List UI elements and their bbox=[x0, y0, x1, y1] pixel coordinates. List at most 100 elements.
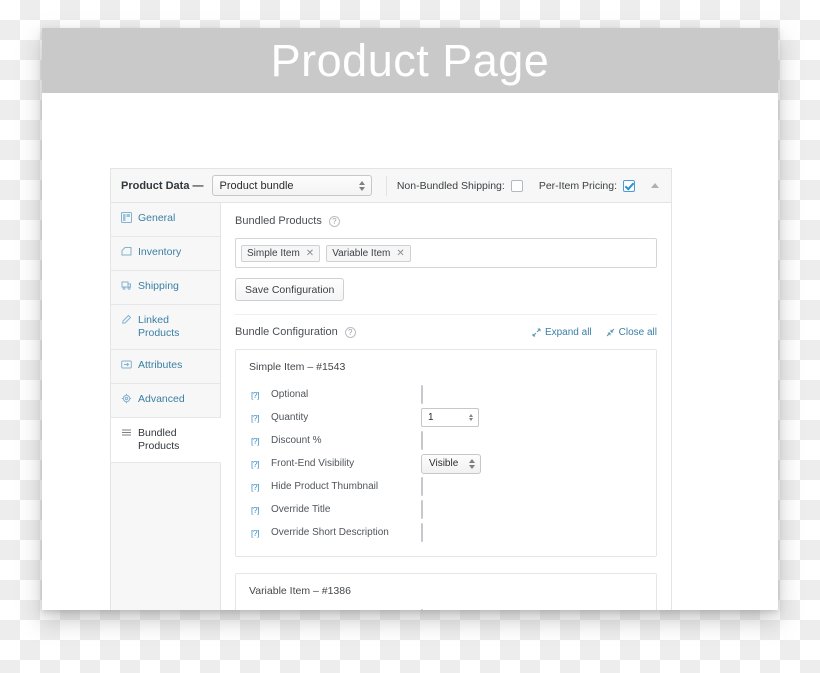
help-icon[interactable]: [?] bbox=[249, 528, 261, 538]
quantity-stepper[interactable]: 1 bbox=[421, 408, 479, 427]
product-data-metabox: Product Data — Product bundle Non-Bundle… bbox=[110, 168, 672, 610]
chevron-updown-icon bbox=[357, 180, 368, 191]
metabox-content: General Inventory Shipping Linked Produc… bbox=[111, 203, 671, 610]
field-row-quantity: [?] Quantity 1 bbox=[249, 406, 643, 429]
help-icon[interactable]: [?] bbox=[249, 459, 261, 469]
field-label: Override Title bbox=[271, 504, 331, 515]
product-data-tabs: General Inventory Shipping Linked Produc… bbox=[111, 203, 221, 610]
field-label: Optional bbox=[271, 389, 309, 400]
page-title: Product Page bbox=[270, 35, 550, 86]
product-page-card: Product Page Product Data — Product bund… bbox=[42, 28, 778, 610]
chevron-updown-icon[interactable] bbox=[465, 413, 476, 422]
chip-simple-item[interactable]: Simple Item ✕ bbox=[241, 244, 321, 262]
filter-variations-checkbox[interactable] bbox=[421, 608, 423, 610]
archive-icon bbox=[121, 246, 132, 261]
visibility-select[interactable]: Visible bbox=[421, 453, 482, 474]
bundled-item-simple: Simple Item – #1543 [?] Optional [?] Qua… bbox=[235, 349, 657, 557]
section-title: Bundle Configuration bbox=[235, 326, 338, 338]
expand-icon bbox=[532, 328, 541, 336]
sidebar-item-label: General bbox=[138, 212, 176, 224]
item-title: Variable Item – #1386 bbox=[249, 585, 351, 597]
gear-icon bbox=[121, 393, 132, 408]
grid-icon bbox=[121, 212, 132, 227]
visibility-value: Visible bbox=[429, 458, 459, 469]
sidebar-item-bundled-products[interactable]: Bundled Products bbox=[111, 418, 221, 463]
sidebar-item-label: Attributes bbox=[138, 359, 183, 371]
sidebar-item-shipping[interactable]: Shipping bbox=[111, 271, 220, 305]
close-all-link[interactable]: Close all bbox=[606, 327, 657, 338]
product-data-label: Product Data — bbox=[121, 179, 204, 192]
sidebar-item-label: Linked Products bbox=[138, 314, 180, 339]
per-item-pricing-checkbox[interactable] bbox=[623, 179, 635, 192]
field-row-filter-variations: [?] Filter Variations bbox=[249, 607, 643, 610]
product-type-value: Product bundle bbox=[219, 179, 294, 192]
truck-icon bbox=[121, 280, 132, 295]
section-title: Bundled Products bbox=[235, 215, 322, 227]
item-title: Simple Item – #1543 bbox=[249, 361, 346, 373]
sidebar-item-linked-products[interactable]: Linked Products bbox=[111, 305, 220, 350]
bundled-products-header: Bundled Products ? bbox=[235, 215, 657, 227]
chip-label: Variable Item bbox=[332, 247, 391, 259]
help-icon[interactable]: [?] bbox=[249, 413, 261, 423]
chevron-updown-icon bbox=[466, 458, 477, 469]
per-item-pricing-label: Per-Item Pricing: bbox=[538, 179, 617, 192]
override-title-checkbox[interactable] bbox=[421, 499, 423, 519]
chip-label: Simple Item bbox=[247, 247, 300, 259]
link-icon bbox=[121, 314, 132, 329]
close-all-label: Close all bbox=[618, 326, 657, 338]
per-item-pricing-toggle[interactable]: Per-Item Pricing: bbox=[538, 179, 635, 192]
sidebar-item-label: Inventory bbox=[138, 246, 182, 258]
non-bundled-shipping-label: Non-Bundled Shipping: bbox=[396, 179, 505, 192]
quantity-value: 1 bbox=[428, 412, 434, 423]
bundle-configuration-header: Bundle Configuration ? Expand all Close … bbox=[235, 326, 657, 338]
sidebar-item-label: Shipping bbox=[138, 280, 179, 292]
tabs-filler bbox=[111, 463, 220, 610]
expand-all-link[interactable]: Expand all bbox=[532, 327, 592, 338]
override-short-description-checkbox[interactable] bbox=[421, 522, 423, 542]
card-header: Product Page bbox=[42, 28, 778, 93]
sidebar-item-label: Advanced bbox=[138, 393, 185, 405]
help-icon[interactable]: [?] bbox=[249, 482, 261, 492]
list-icon bbox=[121, 427, 132, 442]
card-body: Product Data — Product bundle Non-Bundle… bbox=[42, 93, 778, 610]
field-row-hide-thumbnail: [?] Hide Product Thumbnail bbox=[249, 475, 643, 498]
chip-variable-item[interactable]: Variable Item ✕ bbox=[326, 244, 411, 262]
bundled-products-token-field[interactable]: Simple Item ✕ Variable Item ✕ bbox=[235, 238, 657, 268]
hide-thumbnail-checkbox[interactable] bbox=[421, 476, 423, 496]
field-row-override-short-description: [?] Override Short Description bbox=[249, 521, 643, 544]
field-row-optional: [?] Optional bbox=[249, 383, 643, 406]
sidebar-item-general[interactable]: General bbox=[111, 203, 220, 237]
field-label: Quantity bbox=[271, 412, 309, 423]
bundle-configuration-links: Expand all Close all bbox=[532, 327, 657, 338]
close-icon[interactable]: ✕ bbox=[396, 248, 404, 259]
field-label: Discount % bbox=[271, 435, 322, 446]
attributes-icon bbox=[121, 359, 132, 374]
question-circle-icon[interactable]: ? bbox=[344, 326, 356, 338]
bundled-products-panel: Bundled Products ? Simple Item ✕ Variabl… bbox=[221, 203, 671, 610]
product-type-select[interactable]: Product bundle bbox=[211, 175, 372, 196]
non-bundled-shipping-checkbox[interactable] bbox=[510, 179, 523, 192]
non-bundled-shipping-toggle[interactable]: Non-Bundled Shipping: bbox=[396, 179, 523, 192]
discount-input[interactable] bbox=[421, 430, 423, 450]
sidebar-item-inventory[interactable]: Inventory bbox=[111, 237, 220, 271]
field-row-override-title: [?] Override Title bbox=[249, 498, 643, 521]
sidebar-item-attributes[interactable]: Attributes bbox=[111, 350, 220, 384]
help-icon[interactable]: [?] bbox=[249, 436, 261, 446]
metabox-header: Product Data — Product bundle Non-Bundle… bbox=[111, 169, 671, 203]
field-row-discount: [?] Discount % bbox=[249, 429, 643, 452]
question-circle-icon[interactable]: ? bbox=[328, 215, 340, 227]
optional-checkbox[interactable] bbox=[421, 384, 423, 404]
help-icon[interactable]: [?] bbox=[249, 505, 261, 515]
bundled-item-variable: Variable Item – #1386 [?] Filter Variati… bbox=[235, 573, 657, 610]
sidebar-item-advanced[interactable]: Advanced bbox=[111, 384, 220, 418]
save-configuration-button[interactable]: Save Configuration bbox=[235, 278, 345, 301]
divider bbox=[385, 175, 387, 196]
help-icon[interactable]: [?] bbox=[249, 390, 261, 400]
field-label: Override Short Description bbox=[271, 527, 389, 538]
screenshot-stage: Product Page Product Data — Product bund… bbox=[0, 0, 820, 673]
collapse-icon bbox=[606, 328, 614, 336]
sidebar-item-label: Bundled Products bbox=[138, 427, 180, 452]
chevron-up-icon[interactable] bbox=[651, 183, 659, 188]
close-icon[interactable]: ✕ bbox=[306, 248, 314, 259]
field-label: Hide Product Thumbnail bbox=[271, 481, 379, 492]
